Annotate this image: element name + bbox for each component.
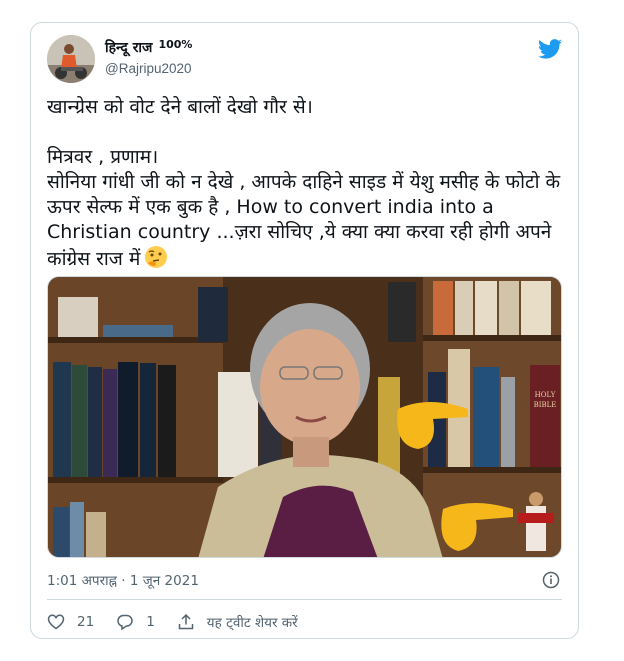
avatar[interactable]	[47, 35, 95, 83]
tweet-timestamp[interactable]: 1:01 अपराह्न · 1 जून 2021	[47, 571, 199, 589]
video-still-photo: HOLY BIBLE	[48, 277, 561, 557]
share-button[interactable]: यह ट्वीट शेयर करें	[177, 613, 298, 631]
reply-button[interactable]: 1	[116, 613, 155, 631]
heart-icon	[47, 614, 65, 630]
like-button[interactable]: 21	[47, 613, 94, 631]
svg-text:HOLY: HOLY	[535, 391, 556, 399]
author-name-row[interactable]: हिन्दू राज 100%	[105, 38, 192, 57]
author-handle[interactable]: @Rajripu2020	[105, 61, 192, 76]
author-display-name[interactable]: हिन्दू राज	[105, 38, 152, 57]
tweet-line-2: मित्रवर , प्रणाम।	[47, 146, 159, 168]
twitter-bird-icon[interactable]	[538, 39, 562, 59]
reply-count: 1	[146, 614, 155, 630]
avatar-photo	[47, 35, 95, 83]
thinking-face-emoji	[145, 246, 168, 268]
author-name-suffix: 100%	[158, 38, 193, 51]
tweet-line-1: खान्ग्रेस को वोट देने बालों देखो गौर से।	[47, 96, 313, 118]
share-icon	[178, 613, 194, 630]
tweet-text: खान्ग्रेस को वोट देने बालों देखो गौर से।…	[47, 95, 567, 272]
info-icon[interactable]	[542, 571, 560, 589]
tweet-line-3: सोनिया गांधी जी को न देखे , आपके दाहिने …	[47, 171, 561, 270]
like-count: 21	[77, 614, 95, 630]
tweet-actions: 21 1 यह ट्वीट शेयर करें	[47, 611, 320, 633]
tweet-media[interactable]: HOLY BIBLE	[47, 276, 562, 558]
reply-icon	[117, 614, 133, 631]
tweet-card[interactable]: हिन्दू राज 100% @Rajripu2020 खान्ग्रेस क…	[30, 22, 579, 639]
share-label: यह ट्वीट शेयर करें	[206, 615, 298, 631]
svg-text:BIBLE: BIBLE	[534, 401, 557, 409]
divider	[47, 599, 562, 600]
